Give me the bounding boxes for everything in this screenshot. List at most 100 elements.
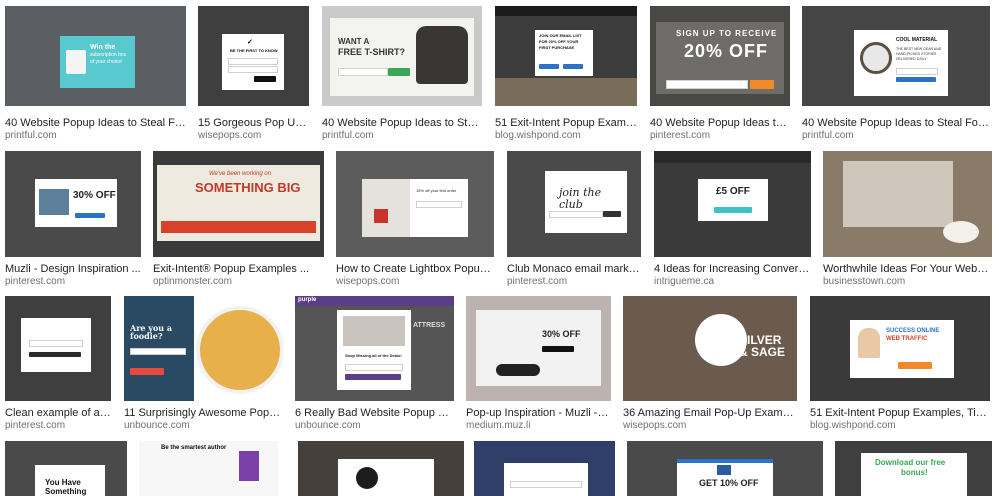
tshirt-image	[416, 26, 468, 84]
result-source[interactable]: pinterest.com	[5, 420, 65, 431]
popup-headline: FOR 20% OFF YOUR	[539, 39, 579, 44]
result-source[interactable]: pinterest.com	[507, 276, 567, 287]
result-source[interactable]: printful.com	[5, 130, 57, 141]
result-caption[interactable]: 40 Website Popup Ideas to Steal For ...	[5, 117, 186, 129]
result-source[interactable]: intrigueme.ca	[654, 276, 714, 287]
desk-photo	[362, 179, 410, 237]
result-source[interactable]: blog.wishpond.com	[810, 420, 896, 431]
result-source[interactable]: blog.wishpond.com	[495, 130, 581, 141]
result-tile[interactable]: Clean example of an email si... pinteres…	[5, 296, 111, 431]
result-thumbnail[interactable]: Win the subscription box of your choice!	[5, 6, 186, 106]
result-thumbnail[interactable]: join the club	[507, 151, 641, 257]
result-tile[interactable]: join the club Club Monaco email marketin…	[507, 151, 641, 287]
result-source[interactable]: wisepops.com	[198, 130, 261, 141]
result-thumbnail[interactable]: You Have Something	[5, 441, 127, 496]
result-source[interactable]: pinterest.com	[5, 276, 65, 287]
result-tile[interactable]: 15% off your first order How to Create L…	[336, 151, 494, 287]
result-source[interactable]: businesstown.com	[823, 276, 905, 287]
popup-headline: SIGN UP TO RECEIVE	[676, 29, 778, 38]
result-thumbnail[interactable]	[298, 441, 464, 496]
result-thumbnail[interactable]: WANT A FREE T-SHIRT?	[322, 6, 482, 106]
result-tile[interactable]: purple ATTRESS Shop Missing all of the D…	[295, 296, 454, 431]
result-thumbnail[interactable]: We've been working on SOMETHING BIG	[153, 151, 324, 257]
result-thumbnail[interactable]	[5, 296, 111, 401]
result-caption[interactable]: 40 Website Popup Ideas to Steal For ...	[802, 117, 990, 129]
popup-subline: of your choice!	[90, 59, 123, 65]
popup-headline: JOIN OUR EMAIL LIST	[539, 33, 582, 38]
result-thumbnail[interactable]: SIGN UP TO RECEIVE 20% OFF	[650, 6, 790, 106]
result-source[interactable]: printful.com	[322, 130, 374, 141]
result-caption[interactable]: Clean example of an email si...	[5, 407, 111, 419]
result-caption[interactable]: 11 Surprisingly Awesome Popup Design ...	[124, 407, 283, 419]
result-tile[interactable]: £5 OFF 4 Ideas for Increasing Conversion…	[654, 151, 811, 287]
result-tile[interactable]: Are you a foodie? 11 Surprisingly Awesom…	[124, 296, 283, 431]
result-caption[interactable]: Exit-Intent® Popup Examples ...	[153, 263, 324, 275]
result-caption[interactable]: Worthwhile Ideas For Your Website Popup …	[823, 263, 992, 275]
result-caption[interactable]: Pop-up Inspiration - Muzli - Design ...	[466, 407, 611, 419]
result-thumbnail[interactable]: 30% OFF	[466, 296, 611, 401]
result-thumbnail[interactable]: 15% off your first order	[336, 151, 494, 257]
result-thumbnail[interactable]: ✓ BE THE FIRST TO KNOW	[198, 6, 309, 106]
result-thumbnail[interactable]: COOL MATERIAL THE BEST NEW GEAR AND HAND…	[802, 6, 990, 106]
result-thumbnail[interactable]: £5 OFF	[654, 151, 811, 257]
result-caption[interactable]: 6 Really Bad Website Popup Examples	[295, 407, 454, 419]
result-tile[interactable]: COOL MATERIAL THE BEST NEW GEAR AND HAND…	[802, 6, 990, 141]
result-thumbnail[interactable]: JOIN OUR EMAIL LIST FOR 20% OFF YOUR FIR…	[495, 6, 637, 106]
popup-banner: SIGN UP TO RECEIVE 20% OFF	[656, 22, 784, 94]
product-photo	[495, 78, 637, 106]
result-source[interactable]: wisepops.com	[336, 276, 399, 287]
result-caption[interactable]: 51 Exit-Intent Popup Examples, Tips ...	[810, 407, 990, 419]
result-caption[interactable]: 40 Website Popup Ideas to Steal For ...	[650, 117, 790, 129]
popup-card: ✓ BE THE FIRST TO KNOW	[222, 34, 284, 90]
result-caption[interactable]: 51 Exit-Intent Popup Examples, Tips ...	[495, 117, 637, 129]
mattress-image	[343, 316, 405, 346]
popup-card: You Have Something	[35, 465, 105, 496]
result-thumbnail[interactable]: GET 10% OFF	[627, 441, 823, 496]
result-tile[interactable]: We've been working on SOMETHING BIG Exit…	[153, 151, 324, 287]
result-source[interactable]: wisepops.com	[623, 420, 686, 431]
result-tile[interactable]: You Have Something	[5, 441, 127, 496]
result-thumbnail[interactable]: purple ATTRESS Shop Missing all of the D…	[295, 296, 454, 401]
result-tile[interactable]: Download our free bonus!	[835, 441, 992, 496]
result-caption[interactable]: Muzli - Design Inspiration ...	[5, 263, 141, 275]
result-source[interactable]: medium.muz.li	[466, 420, 530, 431]
result-thumbnail[interactable]: Be the smartest author	[139, 441, 278, 496]
popup-headline: SOMETHING BIG	[195, 180, 301, 195]
result-tile[interactable]: SUCCESS ONLINE WEB TRAFFIC 51 Exit-Inten…	[810, 296, 990, 431]
email-field	[666, 80, 748, 89]
result-caption[interactable]: 15 Gorgeous Pop Up Design Ex...	[198, 117, 309, 129]
result-source[interactable]: unbounce.com	[295, 420, 361, 431]
result-caption[interactable]: 4 Ideas for Increasing Conversions on ..…	[654, 263, 811, 275]
popup-card: Win the subscription box of your choice!	[60, 36, 135, 88]
result-tile[interactable]: SIGN UP TO RECEIVE 20% OFF 40 Website Po…	[650, 6, 790, 141]
result-tile[interactable]: JOIN OUR EMAIL LIST FOR 20% OFF YOUR FIR…	[495, 6, 637, 141]
result-tile[interactable]: 30% OFF Pop-up Inspiration - Muzli - Des…	[466, 296, 611, 431]
result-thumbnail[interactable]: Download our free bonus!	[835, 441, 992, 496]
result-tile[interactable]: SILVER & SAGE 36 Amazing Email Pop-Up Ex…	[623, 296, 797, 431]
result-thumbnail[interactable]: 30% OFF	[5, 151, 141, 257]
result-tile[interactable]: 30% OFF Muzli - Design Inspiration ... p…	[5, 151, 141, 287]
result-caption[interactable]: Club Monaco email marketing modal ...	[507, 263, 641, 275]
result-caption[interactable]: 36 Amazing Email Pop-Up Examples and ...	[623, 407, 797, 419]
result-tile[interactable]	[298, 441, 464, 496]
popup-card: GET 10% OFF	[677, 459, 773, 496]
result-caption[interactable]: How to Create Lightbox Popups That Work …	[336, 263, 494, 275]
result-thumbnail[interactable]	[474, 441, 615, 496]
result-thumbnail[interactable]	[823, 151, 992, 257]
result-source[interactable]: printful.com	[802, 130, 854, 141]
chair-image	[374, 209, 388, 223]
result-tile[interactable]: ✓ BE THE FIRST TO KNOW 15 Gorgeous Pop U…	[198, 6, 309, 141]
result-source[interactable]: unbounce.com	[124, 420, 190, 431]
result-tile[interactable]: Be the smartest author	[139, 441, 278, 496]
result-tile[interactable]: GET 10% OFF	[627, 441, 823, 496]
result-thumbnail[interactable]: SUCCESS ONLINE WEB TRAFFIC	[810, 296, 990, 401]
result-tile[interactable]	[474, 441, 615, 496]
result-source[interactable]: pinterest.com	[650, 130, 710, 141]
result-tile[interactable]: Worthwhile Ideas For Your Website Popup …	[823, 151, 992, 287]
result-thumbnail[interactable]: Are you a foodie?	[124, 296, 283, 401]
result-tile[interactable]: Win the subscription box of your choice!…	[5, 6, 186, 141]
result-caption[interactable]: 40 Website Popup Ideas to Steal For ...	[322, 117, 482, 129]
result-thumbnail[interactable]: SILVER & SAGE	[623, 296, 797, 401]
result-source[interactable]: optinmonster.com	[153, 276, 232, 287]
result-tile[interactable]: WANT A FREE T-SHIRT? 40 Website Popup Id…	[322, 6, 482, 141]
